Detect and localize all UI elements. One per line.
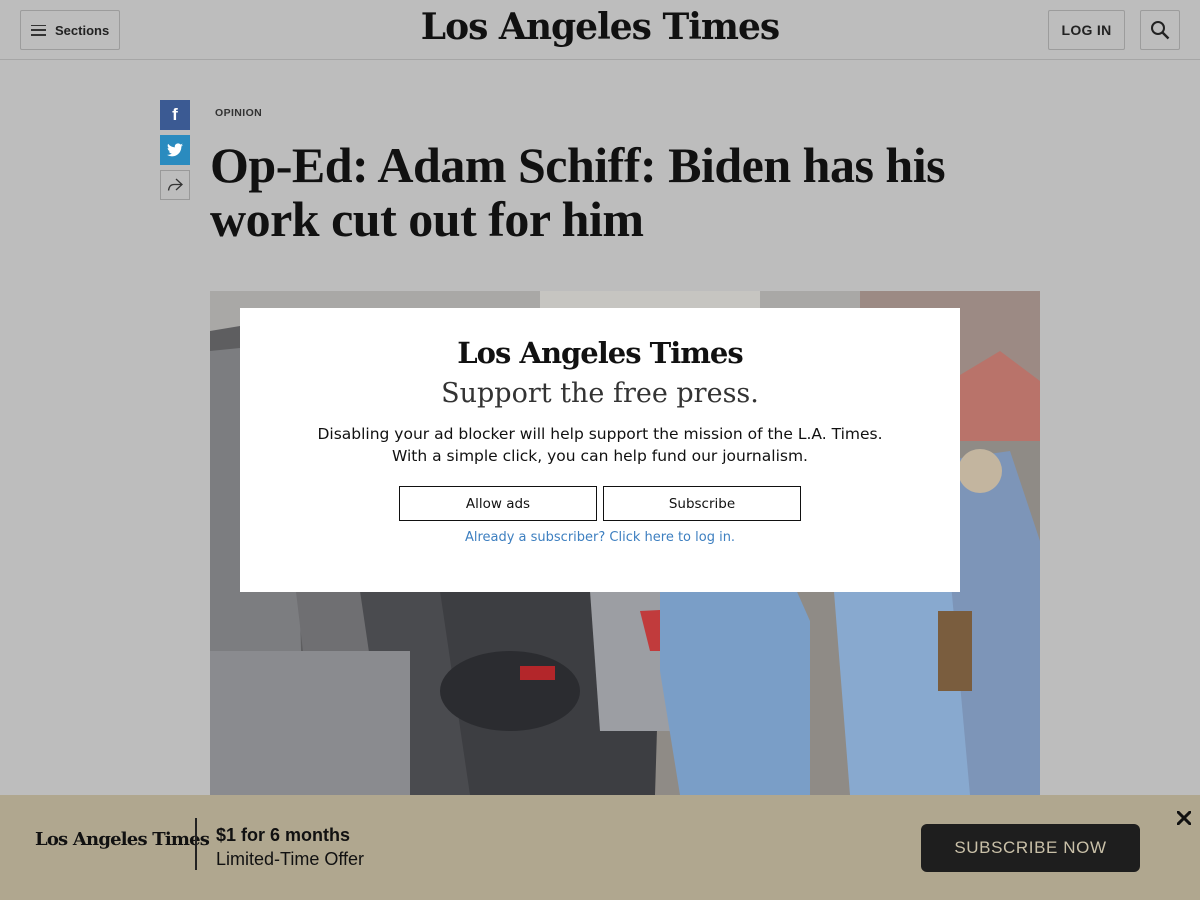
share-arrow-icon [167, 178, 183, 191]
twitter-share-button[interactable] [160, 135, 190, 165]
article-headline: Op-Ed: Adam Schiff: Biden has his work c… [210, 137, 946, 247]
site-header: Sections Los Angeles Times LOG IN [0, 0, 1200, 60]
modal-body-line: With a simple click, you can help fund o… [392, 447, 808, 465]
banner-divider [195, 818, 197, 870]
subscribe-button[interactable]: Subscribe [603, 486, 801, 521]
banner-logo: Los Angeles Times [35, 829, 210, 850]
login-button[interactable]: LOG IN [1048, 10, 1125, 50]
more-share-button[interactable] [160, 170, 190, 200]
allow-ads-button[interactable]: Allow ads [399, 486, 597, 521]
facebook-icon: f [172, 105, 178, 124]
modal-logo: Los Angeles Times [457, 336, 743, 370]
modal-body: Disabling your ad blocker will help supp… [240, 423, 960, 467]
modal-body-line: Disabling your ad blocker will help supp… [317, 425, 883, 443]
subscribe-now-button[interactable]: SUBSCRIBE NOW [921, 824, 1140, 872]
subscriber-login-link[interactable]: Already a subscriber? Click here to log … [240, 530, 960, 545]
banner-close-button[interactable] [1174, 808, 1194, 828]
close-icon [1177, 811, 1191, 825]
subscription-banner: Los Angeles Times $1 for 6 months Limite… [0, 795, 1200, 900]
search-icon [1151, 21, 1170, 40]
facebook-share-button[interactable]: f [160, 100, 190, 130]
twitter-icon [167, 143, 183, 157]
banner-price: $1 for 6 months [216, 825, 351, 845]
section-kicker[interactable]: OPINION [215, 107, 262, 119]
adblock-modal: Los Angeles Times Support the free press… [240, 308, 960, 592]
search-button[interactable] [1140, 10, 1180, 50]
banner-offer: Limited-Time Offer [216, 849, 365, 869]
modal-title: Support the free press. [441, 378, 759, 409]
modal-actions: Allow ads Subscribe [240, 486, 960, 521]
masthead-logo[interactable]: Los Angeles Times [0, 6, 1200, 48]
